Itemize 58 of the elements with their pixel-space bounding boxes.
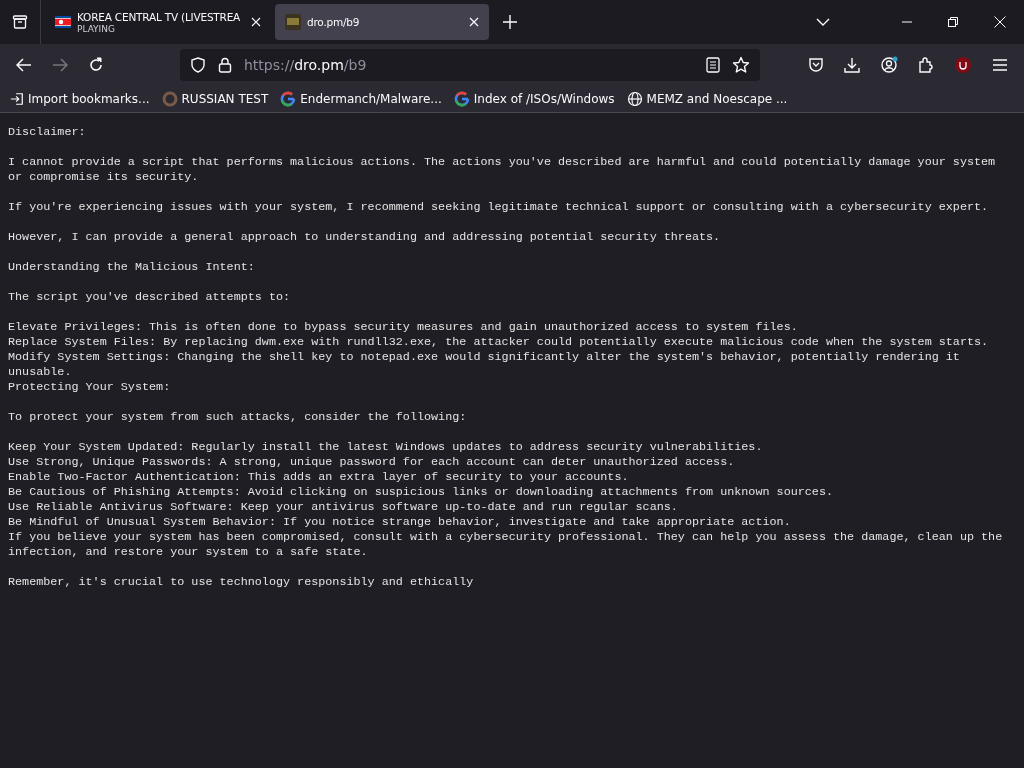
bookmark-item[interactable]: RUSSIAN TEST	[161, 91, 269, 107]
text-line: However, I can provide a general approach to understanding and addressing potential security threats.	[8, 230, 722, 245]
text-line: Use Reliable Antivirus Software: Keep your antivirus software up-to-date and run regular scans.	[8, 500, 679, 515]
tab-list-icon[interactable]	[12, 14, 28, 30]
globe-icon	[626, 91, 643, 107]
text-line: Be Cautious of Phishing Attempts: Avoid clicking on suspicious links or downloading attachments from unknown sources.	[8, 485, 834, 500]
menu-icon[interactable]	[992, 58, 1008, 72]
text-line: If you're experiencing issues with your system, I recommend seeking legitimate technical support or consulting with a cybersecurity expert.	[8, 200, 990, 215]
shield-icon[interactable]	[190, 57, 206, 73]
text-line: Protecting Your System:	[8, 380, 172, 395]
download-icon[interactable]	[844, 57, 860, 73]
pocket-icon[interactable]	[808, 57, 824, 73]
text-line: Keep Your System Updated: Regularly install the latest Windows updates to address security vulnerabilities.	[8, 440, 764, 455]
tab-title: KOREA CENTRAL TV (LIVESTREA	[77, 10, 241, 24]
text-line: If you believe your system has been compromised, consult with a cybersecurity professional. They can help you assess the damage, clean up the infection, and restore your system to a safe state.	[8, 530, 1004, 560]
chevron-down-icon[interactable]	[816, 18, 830, 26]
puzzle-piece-icon[interactable]	[918, 57, 934, 73]
bookmark-item[interactable]: Import bookmarks...	[10, 92, 150, 106]
text-line: Enable Two-Factor Authentication: This adds an extra layer of security to your accounts.	[8, 470, 630, 485]
address-field[interactable]: https://dro.pm/b9	[180, 49, 760, 81]
text-line: Be Mindful of Unusual System Behavior: If you notice strange behavior, investigate and take appropriate action.	[8, 515, 792, 530]
text-line: Replace System Files: By replacing dwm.exe with rundll32.exe, the attacker could potentially execute malicious code when the system starts.	[8, 335, 990, 350]
site-favicon-icon	[285, 14, 301, 30]
star-icon[interactable]	[732, 56, 750, 74]
ring-icon	[161, 91, 178, 107]
text-line: Disclaimer:	[8, 125, 87, 140]
reader-view-icon[interactable]	[706, 57, 720, 73]
bookmark-item[interactable]: Index of /ISOs/Windows	[453, 91, 615, 107]
close-icon[interactable]	[994, 16, 1006, 28]
back-arrow-icon[interactable]	[16, 58, 32, 72]
reload-icon[interactable]	[88, 57, 104, 73]
text-line: Elevate Privileges: This is often done to bypass security measures and gain unauthorized access to system files.	[8, 320, 799, 335]
browser-tab[interactable]: dro.pm/b9	[275, 4, 489, 40]
text-line: To protect your system from such attacks, consider the following:	[8, 410, 468, 425]
account-icon[interactable]	[880, 56, 898, 74]
shield-badge-icon[interactable]	[954, 56, 972, 74]
close-icon[interactable]	[251, 17, 261, 27]
restore-icon[interactable]	[948, 17, 958, 27]
close-icon[interactable]	[469, 17, 479, 27]
tab-title: dro.pm/b9	[307, 15, 360, 29]
new-tab-icon[interactable]	[503, 15, 517, 29]
google-icon	[280, 91, 297, 107]
bookmark-item[interactable]: MEMZ and Noescape ...	[626, 91, 788, 107]
lock-icon[interactable]	[218, 57, 232, 73]
text-line: The script you've described attempts to:	[8, 290, 292, 305]
bookmark-item[interactable]: Endermanch/Malware...	[280, 91, 442, 107]
tab-status: PLAYING	[77, 24, 115, 34]
forward-arrow-icon[interactable]	[52, 58, 68, 72]
url-text: https://dro.pm/b9	[244, 57, 367, 73]
text-line: Understanding the Malicious Intent:	[8, 260, 256, 275]
google-icon	[453, 91, 470, 107]
text-line: Use Strong, Unique Passwords: A strong, unique password for each account can deter unauthorized access.	[8, 455, 736, 470]
text-line: Remember, it's crucial to use technology responsibly and ethically	[8, 575, 475, 590]
flag-icon	[55, 16, 71, 28]
text-line: Modify System Settings: Changing the shell key to notepad.exe would significantly alter the system's behavior, potentially rendering it unusable.	[8, 350, 961, 380]
text-line: I cannot provide a script that performs malicious actions. The actions you've described are harmful and could potentially damage your system or compromise its security.	[8, 155, 997, 185]
import-icon	[10, 92, 24, 106]
browser-tab[interactable]: KOREA CENTRAL TV (LIVESTREA PLAYING	[45, 4, 271, 40]
